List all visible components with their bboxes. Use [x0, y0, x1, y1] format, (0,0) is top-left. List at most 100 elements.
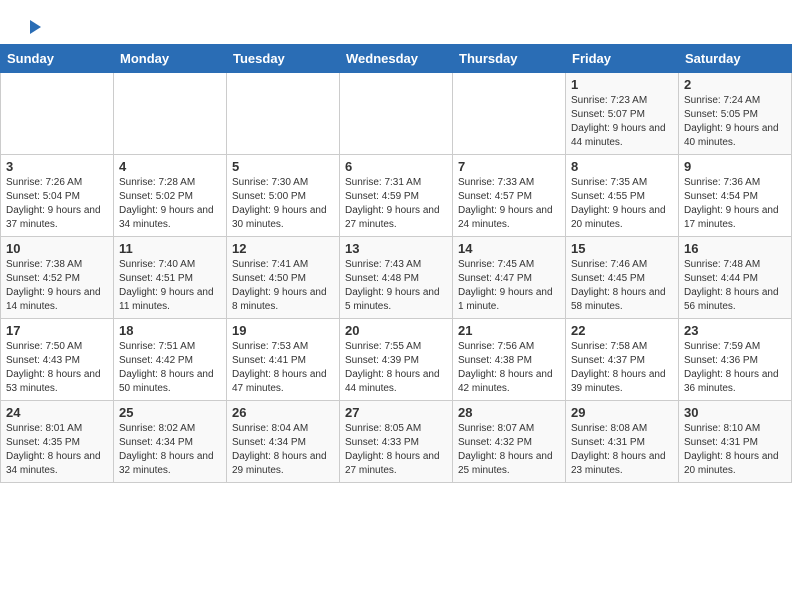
calendar-day-cell: 17 Sunrise: 7:50 AM Sunset: 4:43 PM Dayli… — [1, 319, 114, 401]
calendar-week-row: 17 Sunrise: 7:50 AM Sunset: 4:43 PM Dayli… — [1, 319, 792, 401]
weekday-header-cell: Sunday — [1, 45, 114, 73]
day-info: Sunrise: 7:58 AM Sunset: 4:37 PM Dayligh… — [571, 340, 673, 396]
day-number: 21 — [458, 323, 560, 338]
calendar-day-cell: 11Sunrise: 7:40 AM Sunset: 4:51 PM Dayli… — [114, 237, 227, 319]
day-info: Sunrise: 8:07 AM Sunset: 4:32 PM Dayligh… — [458, 422, 560, 478]
day-info: Sunrise: 7:24 AM Sunset: 5:05 PM Dayligh… — [684, 94, 786, 150]
weekday-header-cell: Saturday — [679, 45, 792, 73]
calendar-day-cell: 28 Sunrise: 8:07 AM Sunset: 4:32 PM Dayli… — [453, 401, 566, 483]
day-info: Sunrise: 7:45 AM Sunset: 4:47 PM Dayligh… — [458, 258, 560, 314]
day-info: Sunrise: 7:53 AM Sunset: 4:41 PM Dayligh… — [232, 340, 334, 396]
calendar-day-cell — [1, 73, 114, 155]
day-number: 2 — [684, 77, 786, 92]
day-number: 9 — [684, 159, 786, 174]
day-info: Sunrise: 8:05 AM Sunset: 4:33 PM Dayligh… — [345, 422, 447, 478]
day-number: 24 — [6, 405, 108, 420]
day-number: 7 — [458, 159, 560, 174]
day-number: 10 — [6, 241, 108, 256]
day-info: Sunrise: 7:30 AM Sunset: 5:00 PM Dayligh… — [232, 176, 334, 232]
day-info: Sunrise: 7:46 AM Sunset: 4:45 PM Dayligh… — [571, 258, 673, 314]
day-number: 6 — [345, 159, 447, 174]
calendar-day-cell: 29Sunrise: 8:08 AM Sunset: 4:31 PM Dayli… — [566, 401, 679, 483]
day-number: 28 — [458, 405, 560, 420]
calendar-day-cell: 2 Sunrise: 7:24 AM Sunset: 5:05 PM Daylig… — [679, 73, 792, 155]
day-number: 29 — [571, 405, 673, 420]
weekday-header-row: SundayMondayTuesdayWednesdayThursdayFrid… — [1, 45, 792, 73]
calendar-day-cell: 19 Sunrise: 7:53 AM Sunset: 4:41 PM Dayli… — [227, 319, 340, 401]
calendar-day-cell: 3Sunrise: 7:26 AM Sunset: 5:04 PM Daylig… — [1, 155, 114, 237]
day-info: Sunrise: 8:02 AM Sunset: 4:34 PM Dayligh… — [119, 422, 221, 478]
day-info: Sunrise: 7:23 AM Sunset: 5:07 PM Dayligh… — [571, 94, 673, 150]
calendar-day-cell: 16Sunrise: 7:48 AM Sunset: 4:44 PM Dayli… — [679, 237, 792, 319]
calendar-day-cell: 15 Sunrise: 7:46 AM Sunset: 4:45 PM Dayli… — [566, 237, 679, 319]
calendar-day-cell — [227, 73, 340, 155]
calendar-day-cell: 9 Sunrise: 7:36 AM Sunset: 4:54 PM Daylig… — [679, 155, 792, 237]
weekday-header-cell: Tuesday — [227, 45, 340, 73]
calendar-day-cell: 10 Sunrise: 7:38 AM Sunset: 4:52 PM Dayli… — [1, 237, 114, 319]
day-info: Sunrise: 7:55 AM Sunset: 4:39 PM Dayligh… — [345, 340, 447, 396]
day-info: Sunrise: 7:50 AM Sunset: 4:43 PM Dayligh… — [6, 340, 108, 396]
calendar-week-row: 10 Sunrise: 7:38 AM Sunset: 4:52 PM Dayli… — [1, 237, 792, 319]
calendar-day-cell: 21 Sunrise: 7:56 AM Sunset: 4:38 PM Dayli… — [453, 319, 566, 401]
day-info: Sunrise: 7:59 AM Sunset: 4:36 PM Dayligh… — [684, 340, 786, 396]
day-number: 3 — [6, 159, 108, 174]
day-number: 27 — [345, 405, 447, 420]
day-info: Sunrise: 7:38 AM Sunset: 4:52 PM Dayligh… — [6, 258, 108, 314]
weekday-header-cell: Wednesday — [340, 45, 453, 73]
day-info: Sunrise: 7:28 AM Sunset: 5:02 PM Dayligh… — [119, 176, 221, 232]
calendar-day-cell: 27 Sunrise: 8:05 AM Sunset: 4:33 PM Dayli… — [340, 401, 453, 483]
day-number: 23 — [684, 323, 786, 338]
calendar-day-cell — [114, 73, 227, 155]
weekday-header-cell: Thursday — [453, 45, 566, 73]
day-info: Sunrise: 7:31 AM Sunset: 4:59 PM Dayligh… — [345, 176, 447, 232]
day-number: 18 — [119, 323, 221, 338]
calendar-day-cell: 13Sunrise: 7:43 AM Sunset: 4:48 PM Dayli… — [340, 237, 453, 319]
day-number: 12 — [232, 241, 334, 256]
calendar-week-row: 1 Sunrise: 7:23 AM Sunset: 5:07 PM Daylig… — [1, 73, 792, 155]
calendar-day-cell: 12 Sunrise: 7:41 AM Sunset: 4:50 PM Dayli… — [227, 237, 340, 319]
day-number: 22 — [571, 323, 673, 338]
logo — [24, 18, 43, 36]
day-info: Sunrise: 7:51 AM Sunset: 4:42 PM Dayligh… — [119, 340, 221, 396]
calendar-day-cell: 14 Sunrise: 7:45 AM Sunset: 4:47 PM Dayli… — [453, 237, 566, 319]
calendar-day-cell: 24 Sunrise: 8:01 AM Sunset: 4:35 PM Dayli… — [1, 401, 114, 483]
day-number: 11 — [119, 241, 221, 256]
weekday-header-cell: Friday — [566, 45, 679, 73]
day-info: Sunrise: 7:41 AM Sunset: 4:50 PM Dayligh… — [232, 258, 334, 314]
calendar-day-cell: 5 Sunrise: 7:30 AM Sunset: 5:00 PM Daylig… — [227, 155, 340, 237]
calendar-day-cell: 4 Sunrise: 7:28 AM Sunset: 5:02 PM Daylig… — [114, 155, 227, 237]
calendar-day-cell: 25Sunrise: 8:02 AM Sunset: 4:34 PM Dayli… — [114, 401, 227, 483]
day-info: Sunrise: 8:01 AM Sunset: 4:35 PM Dayligh… — [6, 422, 108, 478]
day-number: 14 — [458, 241, 560, 256]
day-number: 17 — [6, 323, 108, 338]
day-number: 30 — [684, 405, 786, 420]
day-info: Sunrise: 7:35 AM Sunset: 4:55 PM Dayligh… — [571, 176, 673, 232]
calendar-week-row: 24 Sunrise: 8:01 AM Sunset: 4:35 PM Dayli… — [1, 401, 792, 483]
calendar-day-cell: 18 Sunrise: 7:51 AM Sunset: 4:42 PM Dayli… — [114, 319, 227, 401]
calendar-day-cell: 7 Sunrise: 7:33 AM Sunset: 4:57 PM Daylig… — [453, 155, 566, 237]
calendar-body: 1 Sunrise: 7:23 AM Sunset: 5:07 PM Daylig… — [1, 73, 792, 483]
day-number: 1 — [571, 77, 673, 92]
day-number: 8 — [571, 159, 673, 174]
day-info: Sunrise: 7:36 AM Sunset: 4:54 PM Dayligh… — [684, 176, 786, 232]
calendar-day-cell: 20 Sunrise: 7:55 AM Sunset: 4:39 PM Dayli… — [340, 319, 453, 401]
day-info: Sunrise: 8:10 AM Sunset: 4:31 PM Dayligh… — [684, 422, 786, 478]
logo-arrow-icon — [25, 18, 43, 36]
calendar-day-cell: 23 Sunrise: 7:59 AM Sunset: 4:36 PM Dayli… — [679, 319, 792, 401]
calendar-table: SundayMondayTuesdayWednesdayThursdayFrid… — [0, 44, 792, 483]
day-number: 19 — [232, 323, 334, 338]
day-info: Sunrise: 7:33 AM Sunset: 4:57 PM Dayligh… — [458, 176, 560, 232]
page-header — [0, 0, 792, 44]
calendar-week-row: 3Sunrise: 7:26 AM Sunset: 5:04 PM Daylig… — [1, 155, 792, 237]
day-info: Sunrise: 7:43 AM Sunset: 4:48 PM Dayligh… — [345, 258, 447, 314]
day-info: Sunrise: 7:56 AM Sunset: 4:38 PM Dayligh… — [458, 340, 560, 396]
day-number: 15 — [571, 241, 673, 256]
calendar-day-cell: 22 Sunrise: 7:58 AM Sunset: 4:37 PM Dayli… — [566, 319, 679, 401]
calendar-day-cell: 26Sunrise: 8:04 AM Sunset: 4:34 PM Dayli… — [227, 401, 340, 483]
day-number: 20 — [345, 323, 447, 338]
calendar-day-cell: 30 Sunrise: 8:10 AM Sunset: 4:31 PM Dayli… — [679, 401, 792, 483]
calendar-day-cell: 1 Sunrise: 7:23 AM Sunset: 5:07 PM Daylig… — [566, 73, 679, 155]
day-number: 4 — [119, 159, 221, 174]
day-number: 5 — [232, 159, 334, 174]
day-number: 16 — [684, 241, 786, 256]
